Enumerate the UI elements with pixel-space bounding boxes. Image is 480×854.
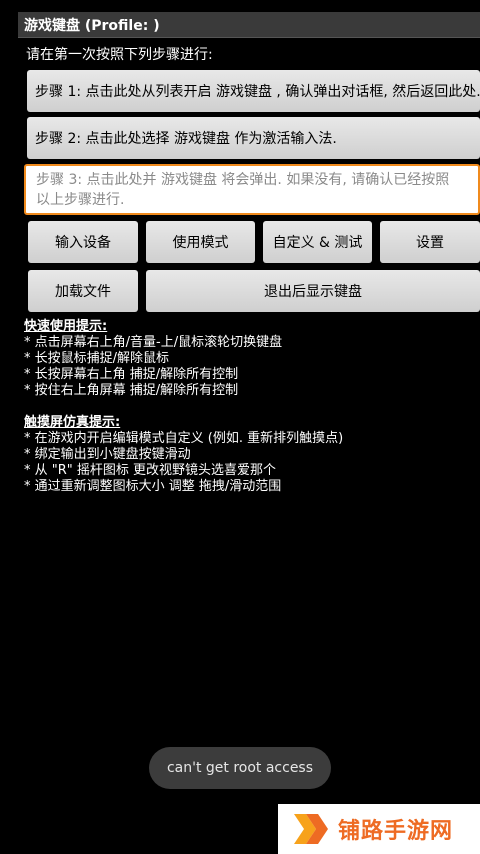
usage-mode-button[interactable]: 使用模式 bbox=[146, 221, 255, 263]
toast-text: can't get root access bbox=[166, 760, 314, 776]
load-file-label: 加载文件 bbox=[55, 284, 111, 300]
step3-input[interactable]: 步骤 3: 点击此处并 游戏键盘 将会弹出. 如果没有, 请确认已经按照 以上步… bbox=[24, 164, 480, 215]
app-title: 游戏键盘 (Profile: ) bbox=[24, 17, 160, 34]
step2-label: 步骤 2: 点击此处选择 游戏键盘 作为激活输入法. bbox=[35, 131, 337, 147]
touch-tips-section: 触摸屏仿真提示: * 在游戏内开启编辑模式自定义 (例如. 重新排列触摸点) *… bbox=[24, 415, 343, 495]
touch-tip-line: * 通过重新调整图标大小 调整 拖拽/滑动范围 bbox=[24, 479, 282, 494]
touch-tip-line: * 在游戏内开启编辑模式自定义 (例如. 重新排列触摸点) bbox=[24, 431, 344, 446]
quick-tip-line: * 长按屏幕右上角 捕捉/解除所有控制 bbox=[24, 367, 239, 382]
quick-tips-heading: 快速使用提示: bbox=[24, 319, 108, 334]
settings-button[interactable]: 设置 bbox=[380, 221, 480, 263]
watermark-banner: 铺路手游网 bbox=[278, 804, 480, 854]
app-title-bar: 游戏键盘 (Profile: ) bbox=[18, 12, 480, 38]
step1-button[interactable]: 步骤 1: 点击此处从列表开启 游戏键盘 , 确认弹出对话框, 然后返回此处. bbox=[27, 70, 480, 112]
settings-label: 设置 bbox=[416, 235, 444, 251]
input-device-label: 输入设备 bbox=[55, 235, 111, 251]
quick-tip-line: * 长按鼠标捕捉/解除鼠标 bbox=[24, 351, 170, 366]
usage-mode-label: 使用模式 bbox=[172, 235, 229, 251]
custom-test-label: 自定义 & 测试 bbox=[272, 235, 363, 251]
touch-tips-heading: 触摸屏仿真提示: bbox=[24, 415, 121, 430]
input-device-button[interactable]: 输入设备 bbox=[28, 221, 138, 263]
step3-line2: 以上步骤进行. bbox=[36, 192, 125, 208]
step2-button[interactable]: 步骤 2: 点击此处选择 游戏键盘 作为激活输入法. bbox=[27, 117, 480, 159]
show-keyboard-on-exit-button[interactable]: 退出后显示键盘 bbox=[146, 270, 480, 312]
chevron-logo-icon bbox=[294, 814, 328, 844]
toast-message: can't get root access bbox=[149, 747, 331, 789]
custom-test-button[interactable]: 自定义 & 测试 bbox=[263, 221, 372, 263]
quick-tip-line: * 点击屏幕右上角/音量-上/鼠标滚轮切换键盘 bbox=[24, 335, 283, 350]
load-file-button[interactable]: 加载文件 bbox=[28, 270, 138, 312]
quick-tips-section: 快速使用提示: * 点击屏幕右上角/音量-上/鼠标滚轮切换键盘 * 长按鼠标捕捉… bbox=[24, 319, 282, 399]
intro-text: 请在第一次按照下列步骤进行: bbox=[26, 47, 213, 63]
touch-tip-line: * 绑定输出到小键盘按键滑动 bbox=[24, 447, 191, 462]
step1-label: 步骤 1: 点击此处从列表开启 游戏键盘 , 确认弹出对话框, 然后返回此处. bbox=[35, 84, 480, 100]
quick-tip-line: * 按住右上角屏幕 捕捉/解除所有控制 bbox=[24, 383, 239, 398]
step3-line1: 步骤 3: 点击此处并 游戏键盘 将会弹出. 如果没有, 请确认已经按照 bbox=[36, 172, 450, 188]
touch-tip-line: * 从 "R" 摇杆图标 更改视野镜头选喜爱那个 bbox=[24, 463, 277, 478]
show-keyboard-on-exit-label: 退出后显示键盘 bbox=[264, 284, 362, 300]
watermark-text: 铺路手游网 bbox=[338, 819, 454, 844]
